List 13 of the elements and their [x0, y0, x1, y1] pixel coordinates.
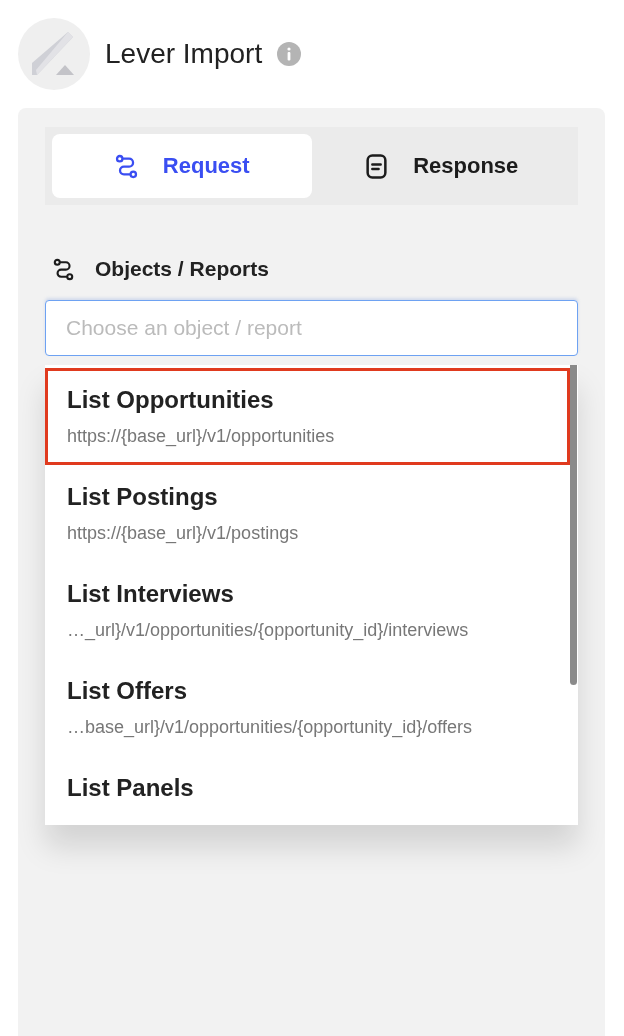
select-field[interactable]: Choose an object / report — [45, 300, 578, 356]
route-icon — [113, 153, 139, 179]
scrollbar-thumb[interactable] — [570, 365, 577, 685]
document-icon — [364, 153, 390, 179]
tab[interactable]: Response — [311, 134, 571, 198]
tab[interactable]: Request — [52, 134, 312, 198]
logo-icon — [18, 18, 90, 90]
info-icon[interactable] — [277, 42, 302, 66]
route-icon — [52, 257, 75, 281]
option-item[interactable]: List Opportunities https://{base_url}/v1/opportunities — [45, 368, 570, 465]
page-title: Lever Import — [105, 38, 263, 70]
field-label: Objects / Reports — [95, 257, 269, 281]
option-item[interactable]: List Panels — [45, 756, 570, 825]
